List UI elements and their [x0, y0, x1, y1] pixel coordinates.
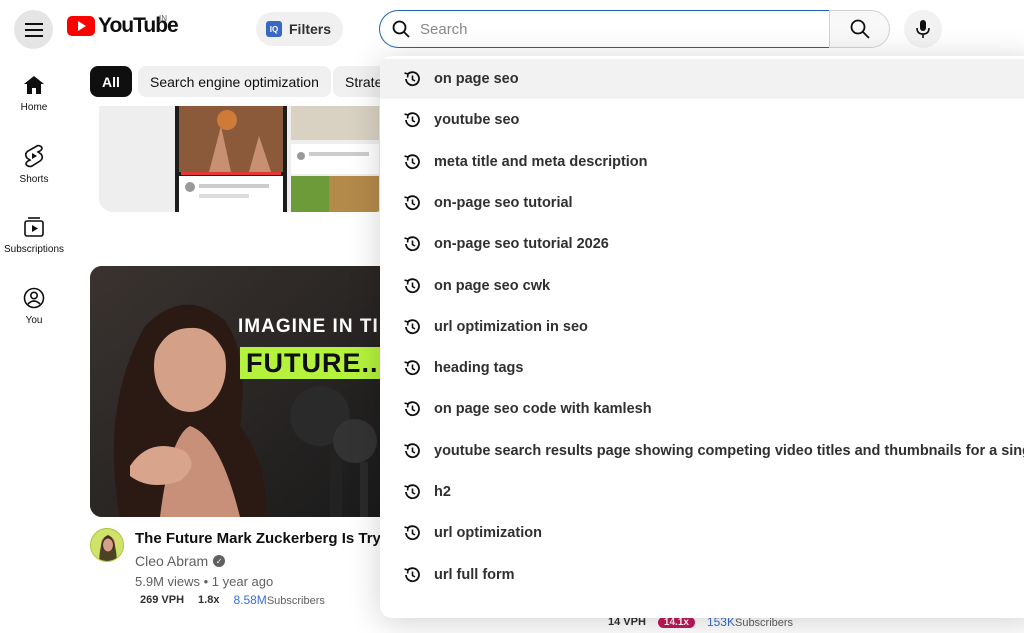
history-icon — [402, 523, 422, 548]
suggestion-item[interactable]: on page seo cwk — [380, 266, 1024, 306]
video-stats: 269 VPH 1.8x 8.58MSubscribers — [140, 593, 325, 607]
subscriber-count: 8.58M — [233, 593, 267, 607]
history-icon — [402, 317, 422, 342]
youtube-play-icon — [67, 16, 95, 36]
ratio-stat: 1.8x — [198, 594, 220, 606]
channel-label: Cleo Abram — [135, 553, 209, 569]
suggestion-text: on page seo — [434, 71, 519, 87]
voice-search-button[interactable] — [904, 10, 942, 48]
search-box[interactable] — [379, 10, 830, 48]
suggestion-text: url optimization — [434, 525, 542, 542]
suggestion-text: on page seo cwk — [434, 277, 551, 294]
thumbnail-image — [90, 266, 390, 517]
suggestion-text: url optimization in seo — [434, 318, 588, 335]
suggestion-text: youtube search results page showing comp… — [434, 442, 1024, 459]
shorts-icon — [24, 144, 44, 168]
chip-search-engine-optimization[interactable]: Search engine optimization — [138, 66, 331, 97]
suggestion-item[interactable]: on page seo — [380, 59, 1024, 99]
history-icon — [402, 482, 422, 507]
filters-label: Filters — [289, 21, 332, 37]
suggestion-text: on page seo code with kamlesh — [434, 401, 652, 418]
country-code: IN — [159, 14, 167, 23]
video-thumbnail[interactable]: IMAGINE IN TI FUTURE.. — [90, 266, 390, 517]
video-thumbnail[interactable] — [99, 106, 389, 212]
history-icon — [402, 441, 422, 466]
suggestion-item[interactable]: youtube seo — [380, 100, 1024, 140]
filters-button[interactable]: IQ Filters — [256, 12, 344, 46]
subscriber-label: Subscribers — [266, 595, 325, 607]
thumbnail-text-highlight: FUTURE.. — [246, 348, 379, 378]
chip-all[interactable]: All — [90, 66, 132, 97]
search-icon — [392, 20, 410, 38]
search-icon — [850, 19, 870, 39]
history-icon — [402, 234, 422, 259]
hamburger-icon — [24, 22, 43, 37]
suggestion-text: youtube seo — [434, 112, 520, 129]
menu-button[interactable] — [14, 10, 53, 49]
video-title[interactable]: The Future Mark Zuckerberg Is Tryin — [135, 530, 385, 547]
search-input[interactable] — [420, 20, 800, 38]
history-icon — [402, 565, 422, 590]
sidebar-item-shorts[interactable]: Shorts — [0, 144, 68, 185]
subscriber-label: Subscribers — [734, 617, 794, 629]
suggestion-item[interactable]: on-page seo tutorial — [380, 183, 1024, 223]
history-icon — [402, 276, 422, 301]
sidebar-item-label: You — [25, 315, 43, 326]
sidebar-item-home[interactable]: Home — [0, 74, 68, 113]
history-icon — [402, 358, 422, 383]
search-suggestions-dropdown: on page seo youtube seo meta title and met… — [380, 56, 1024, 618]
video-meta: 5.9M views • 1 year ago — [135, 574, 274, 589]
ratio-badge: 14.1x — [657, 616, 695, 628]
suggestion-item[interactable]: on-page seo tutorial 2026 — [380, 224, 1024, 264]
avatar[interactable] — [90, 528, 124, 562]
suggestion-text: heading tags — [434, 360, 524, 377]
suggestion-text: url full form — [434, 566, 515, 583]
history-icon — [402, 110, 422, 135]
search-submit-button[interactable] — [829, 10, 890, 48]
you-icon — [23, 287, 45, 309]
suggestion-text: on-page seo tutorial — [434, 194, 573, 211]
history-icon — [402, 69, 422, 94]
suggestion-item[interactable]: youtube search results page showing comp… — [380, 431, 1024, 471]
history-icon — [402, 152, 422, 177]
suggestion-item[interactable]: h2 — [380, 472, 1024, 512]
thumbnail-text-top: IMAGINE IN TI — [238, 316, 379, 337]
suggestion-text: meta title and meta description — [434, 153, 648, 170]
vph-stat: 269 VPH — [140, 594, 185, 606]
subscriptions-icon — [24, 217, 44, 237]
microphone-icon — [916, 20, 930, 38]
avatar-image — [91, 529, 123, 561]
history-icon — [402, 399, 422, 424]
sidebar-item-label: Shorts — [19, 174, 49, 185]
sidebar-item-you[interactable]: You — [0, 287, 68, 326]
thumbnail-image — [99, 106, 389, 212]
suggestion-item[interactable]: url optimization — [380, 513, 1024, 553]
suggestion-item[interactable]: meta title and meta description — [380, 142, 1024, 182]
home-icon — [24, 76, 44, 94]
history-icon — [402, 193, 422, 218]
suggestion-item[interactable]: url optimization in seo — [380, 307, 1024, 347]
suggestion-item[interactable]: heading tags — [380, 348, 1024, 388]
sidebar-item-label: Subscriptions — [3, 244, 65, 255]
filters-extension-icon: IQ — [266, 21, 282, 37]
verified-icon: ✓ — [213, 555, 226, 567]
sidebar-item-label: Home — [20, 102, 48, 113]
suggestion-item[interactable]: on page seo code with kamlesh — [380, 389, 1024, 429]
channel-name[interactable]: Cleo Abram ✓ — [135, 553, 226, 569]
suggestion-item[interactable]: url full form — [380, 555, 1024, 595]
suggestion-text: h2 — [434, 484, 451, 500]
suggestion-text: on-page seo tutorial 2026 — [434, 236, 609, 253]
sidebar-item-subscriptions[interactable]: Subscriptions — [0, 216, 68, 255]
